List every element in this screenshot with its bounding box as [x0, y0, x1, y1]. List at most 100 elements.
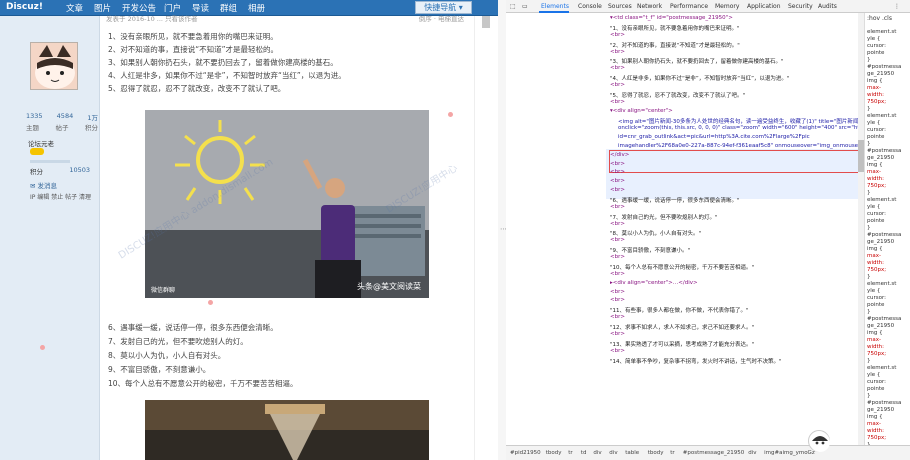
style-rule-line[interactable]: element.st — [867, 197, 896, 203]
dom-text-node[interactable]: "2、对不知道的事，直接说“不知道”才是最轻松的。" — [610, 41, 740, 49]
breadcrumb-item[interactable]: tbody — [648, 450, 664, 456]
breadcrumb-item[interactable]: div — [609, 450, 617, 456]
style-rule-line[interactable]: cursor: — [867, 295, 886, 301]
style-rule-line[interactable]: yle { — [867, 36, 880, 42]
style-rule-line[interactable]: max- — [867, 169, 881, 175]
style-rule-line[interactable]: } — [867, 141, 871, 147]
post-meta-right[interactable]: 倒序 · 电梯直达 — [419, 13, 464, 23]
dom-element-node[interactable]: ▾<div align="center"> — [610, 108, 673, 114]
style-rule-line[interactable]: pointe — [867, 134, 884, 140]
style-rule-line[interactable]: max- — [867, 421, 881, 427]
stat-threads-value[interactable]: 1335 — [26, 112, 43, 122]
style-rule-line[interactable]: yle { — [867, 288, 880, 294]
nav-item-groups[interactable]: 群组 — [220, 2, 237, 14]
style-rule-line[interactable]: } — [867, 274, 871, 280]
style-rule-line[interactable]: } — [867, 106, 871, 112]
style-rule-line[interactable]: pointe — [867, 50, 884, 56]
style-rule-line[interactable]: ge_21950 — [867, 323, 894, 329]
dom-text-node[interactable]: "10、每个人总有不愿意公开的秘密，千万不要苦苦相逼。" — [610, 263, 754, 271]
style-rule-line[interactable]: width: — [867, 428, 884, 434]
dom-element-node[interactable]: <br> — [610, 289, 625, 295]
panel-divider[interactable]: ⋯ — [498, 0, 507, 460]
style-rule-line[interactable]: element.st — [867, 29, 896, 35]
style-rule-line[interactable]: img { — [867, 246, 883, 252]
breadcrumb-item[interactable]: img#aimg_ymoGz — [764, 450, 815, 456]
nav-item-albums[interactable]: 相册 — [248, 2, 265, 14]
dom-node-selected-img[interactable]: id=cnr_grab_outlink&act=pic&url=http%3A.… — [618, 134, 810, 140]
style-rule-line[interactable]: ge_21950 — [867, 71, 894, 77]
style-rule-line[interactable]: 750px; — [867, 183, 886, 189]
style-rule-line[interactable]: #postmessa — [867, 232, 901, 238]
post-image-hourglass[interactable] — [145, 400, 429, 460]
styles-pane-header[interactable]: :hov .cls — [867, 15, 892, 22]
style-rule-line[interactable]: } — [867, 358, 871, 364]
breadcrumb-item[interactable]: #postmessage_21950 — [683, 450, 744, 456]
tab-elements[interactable]: Elements — [541, 3, 569, 10]
style-rule-line[interactable]: cursor: — [867, 211, 886, 217]
style-rule-line[interactable]: width: — [867, 344, 884, 350]
dom-element-node[interactable]: <br> — [610, 271, 625, 277]
tab-performance[interactable]: Performance — [670, 3, 708, 10]
dom-element-node[interactable]: <br> — [610, 314, 625, 320]
style-rule-line[interactable]: img { — [867, 162, 883, 168]
dom-node-selected-img[interactable]: imagehandler%2F68a0e0-227a-887c-94ef-f36… — [618, 143, 858, 149]
style-rule-line[interactable]: 750px; — [867, 99, 886, 105]
style-rule-line[interactable]: 750px; — [867, 435, 886, 441]
style-rule-line[interactable]: pointe — [867, 302, 884, 308]
dom-element-node[interactable]: <br> — [610, 187, 625, 193]
floating-avatar-icon[interactable] — [808, 430, 830, 452]
dom-text-node[interactable]: "11、有些事，很多人都在做，你不做，不代表你错了。" — [610, 306, 749, 314]
style-rule-line[interactable]: cursor: — [867, 43, 886, 49]
page-scrollbar-thumb[interactable] — [482, 16, 490, 28]
more-options-icon[interactable]: ⋮ — [894, 3, 900, 10]
dom-element-node[interactable]: ▾<td class="t_f" id="postmessage_21950"> — [610, 15, 733, 21]
dom-text-node[interactable]: "4、人红是非多，如果你不过“是非”，不知智时放弃“当红”，以退为进。" — [610, 74, 789, 82]
dom-element-node[interactable]: <br> — [610, 65, 625, 71]
dom-element-node[interactable]: <br> — [610, 49, 625, 55]
tab-console[interactable]: Console — [578, 3, 602, 10]
tab-network[interactable]: Network — [637, 3, 662, 10]
dom-element-node[interactable]: <br> — [610, 254, 625, 260]
style-rule-line[interactable]: } — [867, 190, 871, 196]
dom-element-node[interactable]: <br> — [610, 32, 625, 38]
style-rule-line[interactable]: width: — [867, 176, 884, 182]
tab-sources[interactable]: Sources — [608, 3, 632, 10]
dom-text-node[interactable]: "6、遇事缓一缓，说话停一停，很多东西便会清晰。" — [610, 196, 740, 204]
page-scrollbar[interactable] — [474, 16, 498, 460]
dom-text-node[interactable]: "8、莫以小人为仇，小人自有对头。" — [610, 229, 701, 237]
style-rule-line[interactable]: pointe — [867, 218, 884, 224]
dom-element-node[interactable]: <br> — [610, 348, 625, 354]
tab-audits[interactable]: Audits — [818, 3, 837, 10]
inspect-icon[interactable]: ⬚ — [510, 3, 516, 10]
style-rule-line[interactable]: 750px; — [867, 351, 886, 357]
style-rule-line[interactable]: yle { — [867, 204, 880, 210]
style-rule-line[interactable]: } — [867, 393, 871, 399]
device-toggle-icon[interactable]: ▭ — [522, 3, 528, 10]
style-rule-line[interactable]: yle { — [867, 372, 880, 378]
style-rule-line[interactable]: #postmessa — [867, 148, 901, 154]
dom-node-selected-img[interactable]: onclick="zoom(this, this.src, 0, 0, 0)" … — [618, 125, 858, 131]
dom-text-node[interactable]: "7、发射自己的光，但不要吹熄别人的灯。" — [610, 213, 718, 221]
site-logo[interactable]: Discuz! — [6, 2, 43, 12]
send-message-link[interactable]: ✉ 发消息 — [30, 180, 57, 190]
dom-element-node[interactable]: <br> — [610, 221, 625, 227]
dom-element-node[interactable]: ▸<div align="center">…</div> — [610, 280, 698, 286]
nav-item-articles[interactable]: 文章 — [66, 2, 83, 14]
style-rule-line[interactable]: cursor: — [867, 379, 886, 385]
dom-element-node[interactable]: <br> — [610, 297, 625, 303]
style-rule-line[interactable]: } — [867, 225, 871, 231]
style-rule-line[interactable]: img { — [867, 330, 883, 336]
style-rule-line[interactable]: width: — [867, 92, 884, 98]
style-rule-line[interactable]: } — [867, 57, 871, 63]
style-rule-line[interactable]: max- — [867, 337, 881, 343]
dom-text-node[interactable]: "12、求事不如求人，求人不如求己，求己不如还要求人。" — [610, 323, 754, 331]
dom-text-node[interactable]: "5、忍得了就忍，忍不了就改变，改变不了就认了吧。" — [610, 91, 745, 99]
style-rule-line[interactable]: ge_21950 — [867, 407, 894, 413]
dom-element-node[interactable]: <br> — [610, 169, 625, 175]
style-rule-line[interactable]: width: — [867, 260, 884, 266]
breadcrumb-item[interactable]: td — [581, 450, 587, 456]
avatar[interactable] — [30, 42, 78, 90]
dom-text-node[interactable]: "3、如果别人朝你扔石头，就不要扔回去了，留着做你建高楼的基石。" — [610, 57, 784, 65]
style-rule-line[interactable]: pointe — [867, 386, 884, 392]
style-rule-line[interactable]: element.st — [867, 365, 896, 371]
